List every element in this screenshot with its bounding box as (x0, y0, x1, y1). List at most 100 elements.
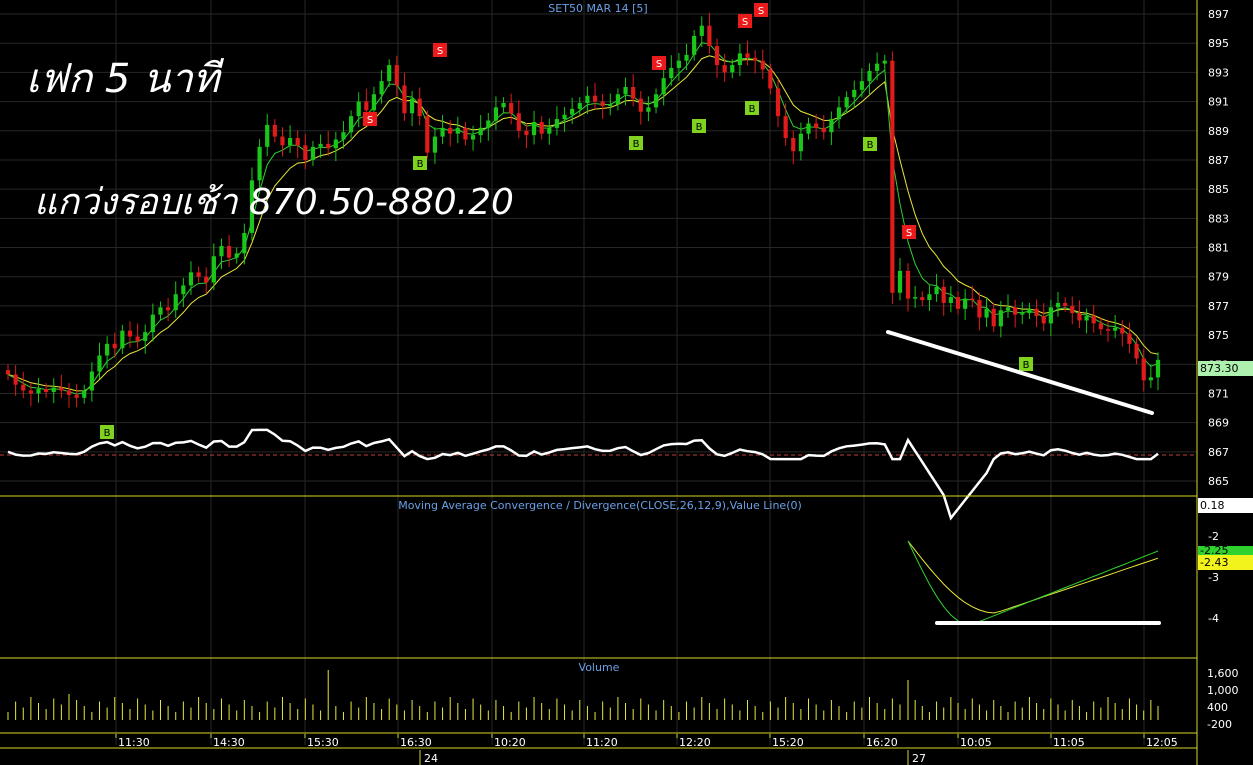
candle (310, 140, 316, 166)
buy-signal: B (413, 156, 427, 170)
candle (829, 111, 834, 146)
candle-body (1141, 358, 1146, 381)
candle-body (798, 133, 803, 152)
candle-body (135, 336, 140, 341)
macd-lines (907, 540, 1159, 625)
sell-signal-label: S (437, 46, 443, 57)
candle (592, 82, 598, 110)
candle (318, 134, 323, 158)
time-tick-label: 15:30 (307, 736, 339, 749)
candle-body (28, 390, 33, 394)
candle-body (1148, 377, 1153, 381)
candle-body (272, 124, 277, 137)
candle-body (379, 81, 384, 95)
sell-signal: S (902, 225, 916, 239)
candle (501, 97, 506, 114)
candle-body (463, 127, 468, 140)
volume-tick-label: -200 (1207, 718, 1232, 731)
volume-title: Volume (579, 661, 620, 674)
candle (272, 119, 277, 143)
macd-tick-label: -3 (1208, 571, 1219, 584)
candle-body (890, 60, 895, 293)
slow-ma-line (7, 55, 1159, 392)
candle-body (821, 127, 826, 133)
candle-body (158, 307, 163, 315)
candle-body (280, 136, 285, 146)
price-tick-label: 891 (1208, 96, 1229, 109)
candle-body (844, 97, 849, 108)
annotation-range: แกว่งรอบเช้า 870.50-880.20 (34, 182, 514, 223)
candle-body (699, 25, 704, 36)
candle-body (97, 355, 102, 372)
candle-body (226, 246, 232, 258)
candle-body (478, 127, 483, 136)
price-tick-label: 869 (1208, 417, 1229, 430)
chart-title: SET50 MAR 14 [5] (548, 2, 647, 15)
time-tick-label: 15:20 (772, 736, 804, 749)
buy-signal: B (692, 119, 706, 133)
sell-signal: S (433, 43, 447, 57)
candle (722, 53, 727, 82)
candle-body (948, 297, 953, 303)
candle-body (82, 390, 87, 398)
candle-body (882, 60, 887, 64)
candle-body (1027, 308, 1032, 314)
candle (1013, 299, 1018, 328)
sell-signal: S (363, 112, 377, 126)
candle-body (531, 121, 537, 136)
candle (158, 301, 163, 321)
stock-chart[interactable]: SSSSSSBBBBBBB 89789589389188988788588388… (0, 0, 1253, 765)
price-tick-label: 887 (1208, 154, 1229, 167)
candle-body (181, 285, 186, 295)
candle-body (631, 86, 636, 99)
candle-body (1127, 333, 1132, 344)
macd-tick-label: -4 (1208, 612, 1219, 625)
candle-body (524, 130, 529, 136)
candle (897, 258, 903, 301)
candle (440, 114, 445, 145)
candle-body (265, 124, 270, 147)
candle-body (440, 127, 445, 137)
candle-body (1113, 327, 1118, 331)
price-tick-label: 881 (1208, 242, 1229, 255)
candle (806, 117, 811, 140)
candle-body (977, 300, 982, 318)
candle-body (991, 308, 996, 327)
candle (977, 292, 982, 331)
support-trend-line (886, 330, 1154, 415)
candle-body (692, 35, 697, 55)
candle (998, 300, 1003, 338)
candle (5, 364, 11, 381)
candle (638, 91, 643, 125)
candle (531, 110, 537, 145)
candle (684, 43, 689, 71)
candle-body (852, 89, 857, 98)
candle (409, 91, 415, 127)
candle-body (127, 330, 133, 337)
candle (120, 324, 125, 355)
candle (963, 289, 968, 320)
candle (486, 112, 491, 141)
candle (204, 267, 209, 294)
candle-body (608, 104, 613, 106)
candle (661, 68, 666, 106)
candle (173, 281, 178, 318)
volume-bars (7, 670, 1159, 720)
candle-body (74, 394, 79, 398)
candle (646, 96, 651, 122)
last-price-tag: 873.30 (1198, 361, 1253, 376)
candle-body (577, 103, 582, 109)
time-tick-label: 11:20 (586, 736, 618, 749)
candle-body (984, 308, 989, 318)
candle (89, 362, 94, 402)
candle-body (867, 70, 872, 82)
candle-body (150, 314, 155, 333)
candle-body (470, 135, 476, 140)
buy-signal-label: B (1023, 360, 1030, 371)
candle-body (791, 138, 796, 152)
buy-signal: B (1019, 357, 1033, 371)
price-tick-label: 877 (1208, 300, 1229, 313)
candle (181, 277, 186, 308)
candle (516, 100, 521, 139)
candle (913, 286, 918, 308)
